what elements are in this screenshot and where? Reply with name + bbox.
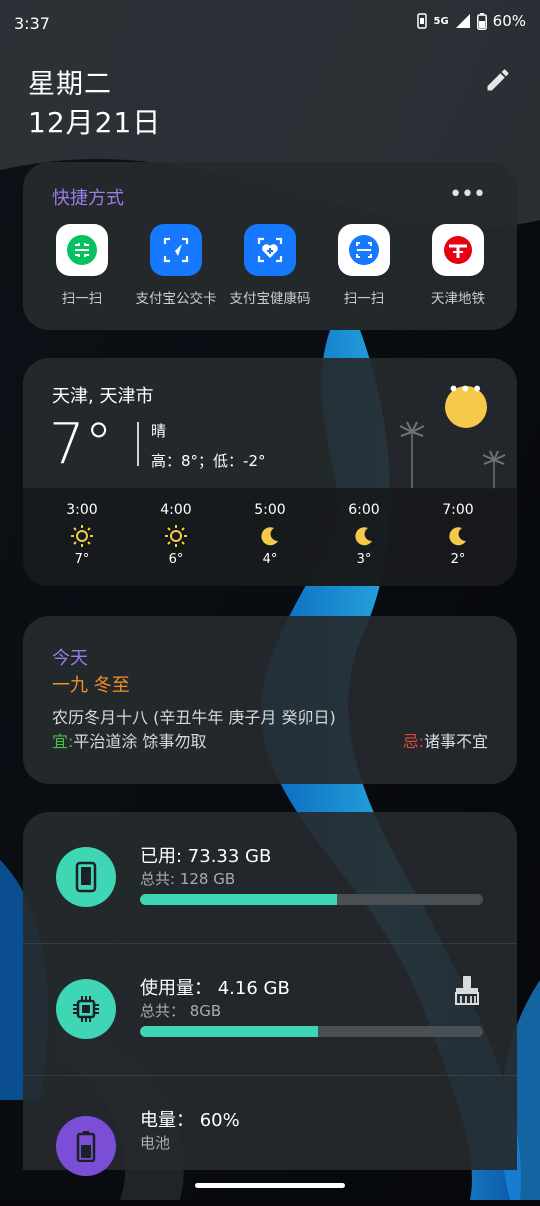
ji-row: 忌:诸事不宜 — [403, 728, 488, 752]
weather-card[interactable]: 天津, 天津市 7° 晴 高：8°；低：-2° ••• 3:00 7° 4:00… — [23, 358, 517, 586]
weekday: 星期二 — [28, 69, 112, 100]
hourly-item: 6:00 3° — [329, 502, 399, 586]
status-icons: 5G 60% — [417, 12, 526, 30]
storage-progress-fill — [140, 894, 337, 905]
hourly-forecast: 3:00 7° 4:00 6° 5:00 4° 6:00 3° 7:00 2° — [23, 488, 517, 586]
hourly-item: 7:00 2° — [423, 502, 493, 586]
shortcuts-title: 快捷方式 — [52, 188, 124, 209]
broom-clean-icon[interactable] — [451, 974, 483, 1006]
status-time: 3:37 — [14, 14, 50, 33]
shortcut-alipay-bus[interactable]: 支付宝公交卡 — [130, 224, 222, 307]
ji-text: 诸事不宜 — [423, 732, 488, 751]
wechat-scan-icon — [56, 224, 108, 276]
date-block: 星期二 12月21日 — [28, 62, 161, 141]
gesture-nav-handle[interactable] — [195, 1183, 345, 1188]
yi-text: 平治道涂 馀事勿取 — [73, 732, 207, 751]
hour-temp: 2° — [450, 552, 466, 567]
tianjin-metro-icon — [432, 224, 484, 276]
hour-time: 7:00 — [442, 502, 474, 518]
weather-high-low: 高：8°；低：-2° — [151, 452, 266, 470]
weather-condition: 晴 — [151, 422, 167, 440]
shortcut-alipay-health[interactable]: 支付宝健康码 — [224, 224, 316, 307]
calendar-card[interactable]: 今天 一九 冬至 农历冬月十八 (辛丑牛年 庚子月 癸卯日) 宜:平治道涂 馀事… — [23, 616, 517, 784]
shortcut-label: 支付宝公交卡 — [135, 291, 217, 307]
hour-time: 4:00 — [160, 502, 192, 518]
battery-percent: 60% — [492, 12, 526, 30]
lunar-date: 农历冬月十八 (辛丑牛年 庚子月 癸卯日) — [52, 708, 336, 727]
chip-icon — [56, 979, 116, 1039]
hourly-item: 4:00 6° — [141, 502, 211, 586]
moon-icon — [423, 522, 493, 550]
status-bar: 3:37 5G 60% — [0, 0, 540, 50]
battery-level-icon — [56, 1116, 116, 1176]
shortcuts-card: 快捷方式 ••• 扫一扫 支付宝公交卡 支付宝健康码 扫一扫 天津地铁 — [23, 162, 517, 330]
hour-temp: 4° — [262, 552, 278, 567]
hour-temp: 7° — [74, 552, 90, 567]
battery-label: 电池 — [140, 1134, 171, 1152]
storage-row[interactable]: 已用: 73.33 GB 总共: 128 GB — [23, 812, 517, 942]
alipay-bus-icon — [150, 224, 202, 276]
memory-used: 使用量： 4.16 GB — [140, 978, 290, 999]
shortcut-alipay-scan[interactable]: 扫一扫 — [318, 224, 410, 307]
phone-icon — [56, 847, 116, 907]
hour-time: 6:00 — [348, 502, 380, 518]
network-type: 5G — [433, 15, 449, 27]
date: 12月21日 — [28, 106, 162, 139]
alipay-scan-icon — [338, 224, 390, 276]
shortcut-label: 扫一扫 — [61, 291, 103, 307]
storage-used: 已用: 73.33 GB — [140, 846, 272, 867]
memory-progress-fill — [140, 1026, 319, 1037]
hour-temp: 3° — [356, 552, 372, 567]
shortcut-wechat-scan[interactable]: 扫一扫 — [36, 224, 128, 307]
calendar-today-label: 今天 — [52, 648, 88, 669]
more-options-icon[interactable]: ••• — [448, 379, 483, 399]
solar-term: 一九 冬至 — [52, 675, 130, 696]
memory-row[interactable]: 使用量： 4.16 GB 总共： 8GB — [23, 943, 517, 1074]
yi-label: 宜: — [52, 732, 74, 751]
sun-icon — [47, 522, 117, 550]
hour-time: 5:00 — [254, 502, 286, 518]
sun-icon — [141, 522, 211, 550]
memory-progress-bar — [140, 1026, 483, 1037]
weather-city: 天津, 天津市 — [52, 386, 154, 407]
alipay-health-icon — [244, 224, 296, 276]
sim-icon — [417, 13, 428, 29]
device-status-card: 已用: 73.33 GB 总共: 128 GB 使用量： 4.16 GB 总共：… — [23, 812, 517, 1176]
shortcut-label: 扫一扫 — [343, 291, 385, 307]
palm-tree-icon — [399, 421, 425, 488]
yi-row: 宜:平治道涂 馀事勿取 — [52, 728, 207, 752]
storage-total: 总共: 128 GB — [140, 870, 236, 888]
hour-time: 3:00 — [66, 502, 98, 518]
edit-icon[interactable] — [484, 66, 512, 94]
moon-icon — [329, 522, 399, 550]
moon-icon — [235, 522, 305, 550]
shortcut-list: 扫一扫 支付宝公交卡 支付宝健康码 扫一扫 天津地铁 — [36, 224, 504, 307]
hourly-item: 3:00 7° — [47, 502, 117, 586]
battery-level: 电量： 60% — [140, 1110, 240, 1131]
signal-icon — [455, 14, 470, 28]
shortcut-label: 支付宝健康码 — [229, 291, 311, 307]
divider — [137, 422, 139, 466]
ji-label: 忌: — [402, 732, 424, 751]
hourly-item: 5:00 4° — [235, 502, 305, 586]
weather-current-temp: 7° — [49, 412, 113, 477]
palm-tree-icon — [482, 450, 506, 490]
more-options-icon[interactable]: ••• — [449, 184, 486, 206]
storage-progress-bar — [140, 894, 483, 905]
memory-total: 总共： 8GB — [140, 1002, 222, 1020]
shortcut-label: 天津地铁 — [431, 291, 485, 307]
hour-temp: 6° — [168, 552, 184, 567]
shortcut-tianjin-metro[interactable]: 天津地铁 — [412, 224, 504, 307]
battery-icon — [476, 12, 487, 30]
